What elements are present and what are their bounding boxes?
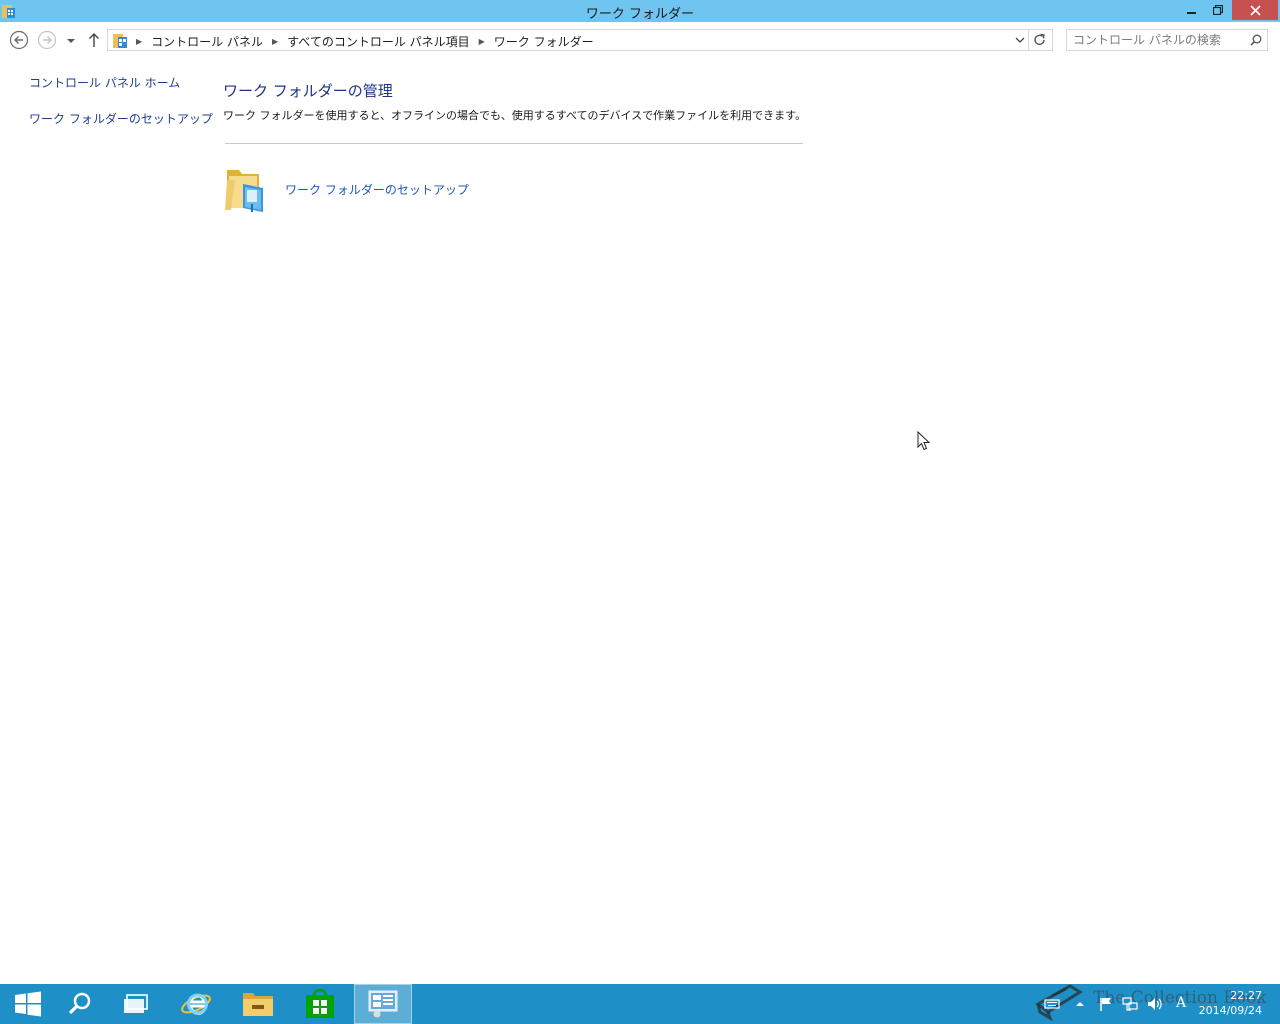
navigation-bar: ▶ コントロール パネル ▶ すべてのコントロール パネル項目 ▶ ワーク フォ… <box>0 27 1280 55</box>
search-input[interactable] <box>1073 32 1243 48</box>
back-button[interactable] <box>9 30 29 50</box>
window: ワーク フォルダー ▶ コントロール パネル ▶ すべてのコントロール パネル項… <box>0 0 1280 1024</box>
internet-explorer-button[interactable] <box>168 984 224 1024</box>
control-panel-icon <box>368 990 398 1018</box>
store-icon <box>306 989 334 1018</box>
breadcrumb: ▶ コントロール パネル ▶ すべてのコントロール パネル項目 ▶ ワーク フォ… <box>112 31 594 51</box>
clock-time: 22:27 <box>1230 989 1262 1002</box>
taskbar-search-button[interactable] <box>52 984 108 1024</box>
action-center-flag-icon[interactable] <box>1098 996 1114 1012</box>
minimize-button[interactable] <box>1178 0 1205 20</box>
clock[interactable]: 22:27 2014/09/24 <box>1199 988 1262 1018</box>
forward-button[interactable] <box>37 30 57 50</box>
recent-locations-button[interactable] <box>64 31 78 51</box>
window-title: ワーク フォルダー <box>585 7 695 22</box>
work-folders-icon[interactable] <box>225 164 269 214</box>
taskbar: The Collection Book A 22:27 2014/09/24 <box>0 984 1280 1024</box>
restore-button[interactable] <box>1204 0 1231 20</box>
setup-work-folders-link[interactable]: ワーク フォルダーのセットアップ <box>29 110 213 127</box>
volume-icon[interactable] <box>1146 996 1162 1012</box>
keyboard-icon[interactable] <box>1044 996 1060 1012</box>
breadcrumb-item[interactable]: ワーク フォルダー <box>494 33 594 50</box>
breadcrumb-separator-icon: ▶ <box>136 36 143 46</box>
file-explorer-button[interactable] <box>230 984 286 1024</box>
task-view-icon <box>124 994 148 1013</box>
setup-work-folders-label[interactable]: ワーク フォルダーのセットアップ <box>285 181 469 198</box>
search-box[interactable] <box>1066 29 1268 51</box>
chevron-down-icon <box>67 39 75 43</box>
title-bar[interactable]: ワーク フォルダー <box>0 0 1280 22</box>
search-icon[interactable] <box>1250 34 1262 46</box>
control-panel-home-link[interactable]: コントロール パネル ホーム <box>29 74 180 91</box>
close-icon <box>1249 4 1261 16</box>
file-explorer-icon <box>243 993 273 1016</box>
network-icon[interactable] <box>1122 996 1138 1012</box>
divider <box>225 143 803 144</box>
breadcrumb-item[interactable]: すべてのコントロール パネル項目 <box>287 33 470 50</box>
up-arrow-icon <box>89 33 99 47</box>
ime-indicator[interactable]: A <box>1176 995 1186 1011</box>
close-button[interactable] <box>1232 0 1278 20</box>
restore-icon <box>1212 5 1223 15</box>
control-panel-location-icon <box>113 34 127 48</box>
refresh-icon <box>1034 33 1045 46</box>
address-bar[interactable]: ▶ コントロール パネル ▶ すべてのコントロール パネル項目 ▶ ワーク フォ… <box>107 29 1029 51</box>
page-title: ワーク フォルダーの管理 <box>223 82 393 100</box>
chevron-up-icon[interactable] <box>1072 996 1088 1012</box>
control-panel-taskbar-button[interactable] <box>354 984 412 1024</box>
task-view-button[interactable] <box>108 984 164 1024</box>
back-arrow-icon <box>9 30 29 50</box>
store-button[interactable] <box>292 984 348 1024</box>
breadcrumb-item[interactable]: コントロール パネル <box>151 33 263 50</box>
breadcrumb-separator-icon[interactable]: ▶ <box>479 37 485 46</box>
internet-explorer-icon <box>181 993 211 1015</box>
page-description: ワーク フォルダーを使用すると、オフラインの場合でも、使用するすべてのデバイスで… <box>223 109 807 122</box>
breadcrumb-separator-icon[interactable]: ▶ <box>272 37 278 46</box>
clock-date: 2014/09/24 <box>1198 1004 1262 1017</box>
minimize-icon <box>1186 12 1196 14</box>
setup-work-folders-task[interactable]: ワーク フォルダーのセットアップ <box>225 164 485 216</box>
start-icon <box>15 991 41 1017</box>
forward-arrow-icon <box>37 30 57 50</box>
address-dropdown-icon[interactable] <box>1014 34 1026 46</box>
up-button[interactable] <box>86 30 102 50</box>
search-icon <box>68 992 91 1015</box>
mouse-cursor-icon <box>917 431 931 451</box>
refresh-button[interactable] <box>1029 29 1053 51</box>
start-button[interactable] <box>0 984 56 1024</box>
